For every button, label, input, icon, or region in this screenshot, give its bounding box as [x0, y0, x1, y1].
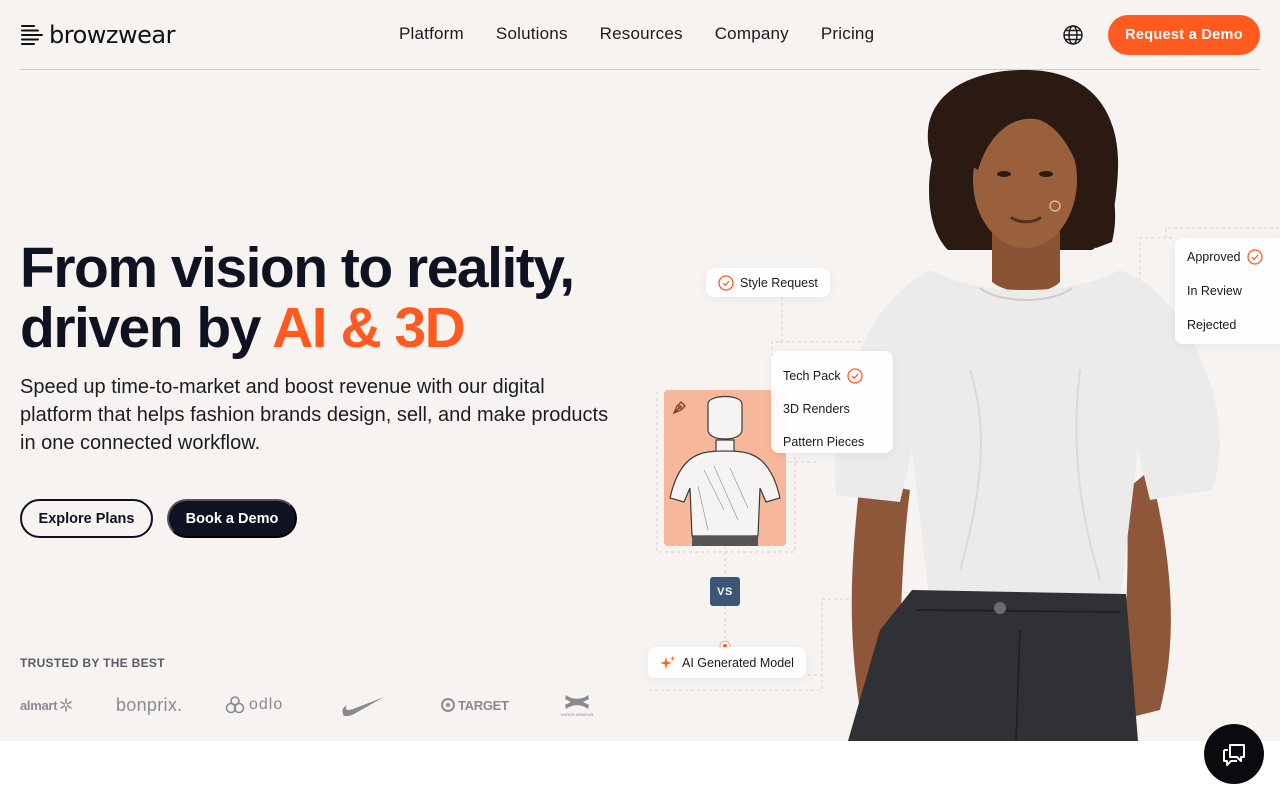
headline-line1: From vision to reality,	[20, 236, 575, 300]
tech-pack-label: Tech Pack	[783, 368, 841, 383]
brand-walmart-text: almart	[20, 697, 58, 713]
hero-section: browzwear Platform Solutions Resources C…	[0, 0, 1280, 741]
pen-tool-icon	[672, 401, 686, 415]
trusted-label: TRUSTED BY THE BEST	[20, 656, 165, 670]
chat-icon	[1223, 744, 1245, 766]
status-approved: Approved	[1187, 240, 1273, 274]
nav-resources[interactable]: Resources	[600, 24, 683, 44]
chat-launcher-button[interactable]	[1204, 724, 1264, 784]
tech-pack-row: Tech Pack	[783, 359, 881, 392]
brand-nike	[340, 690, 386, 720]
brand-ua-text: UNDER ARMOUR	[560, 712, 594, 717]
brand-odlo: odlo	[225, 690, 283, 720]
brand-logos: almart bonprix. odlo TARGET UNDER ARMOUR	[0, 690, 620, 720]
ai-model-label: AI Generated Model	[682, 655, 794, 670]
nav-company[interactable]: Company	[715, 24, 789, 44]
target-bullseye-icon	[441, 698, 455, 712]
status-in-review: In Review	[1187, 274, 1273, 308]
style-request-card: Style Request	[706, 268, 830, 297]
check-circle-icon	[847, 367, 863, 384]
under-armour-icon	[565, 695, 589, 709]
request-demo-button[interactable]: Request a Demo	[1108, 15, 1260, 55]
explore-plans-button[interactable]: Explore Plans	[20, 499, 153, 538]
logo-mark-icon	[21, 25, 43, 45]
vs-badge: VS	[710, 577, 740, 606]
brand-target: TARGET	[441, 690, 509, 720]
style-request-label: Style Request	[740, 275, 818, 290]
brand-target-text: TARGET	[458, 697, 509, 713]
renders-row: 3D Renders	[783, 392, 881, 425]
nav-pricing[interactable]: Pricing	[821, 24, 874, 44]
headline-accent: AI & 3D	[272, 296, 466, 360]
odlo-mark-icon	[225, 696, 245, 714]
nav-platform[interactable]: Platform	[399, 24, 464, 44]
headline-line2-prefix: driven by	[20, 296, 273, 360]
status-approved-label: Approved	[1187, 250, 1241, 264]
browzwear-logo[interactable]: browzwear	[20, 22, 175, 48]
hero-subtext: Speed up time-to-market and boost revenu…	[20, 376, 609, 454]
status-rejected-label: Rejected	[1187, 318, 1237, 332]
pattern-label: Pattern Pieces	[783, 434, 865, 449]
nav-solutions[interactable]: Solutions	[496, 24, 568, 44]
logo-text: browzwear	[49, 21, 175, 49]
brand-odlo-text: odlo	[249, 696, 284, 713]
tech-pack-card: Tech Pack 3D Renders Pattern Pieces	[771, 351, 893, 453]
book-demo-button[interactable]: Book a Demo	[167, 499, 297, 538]
pattern-row: Pattern Pieces	[783, 425, 881, 458]
status-rejected: Rejected	[1187, 308, 1273, 342]
brand-under-armour: UNDER ARMOUR	[560, 690, 594, 720]
header-divider	[20, 69, 1260, 70]
brand-bonprix-text: bonprix.	[116, 694, 183, 715]
status-review-label: In Review	[1187, 284, 1242, 298]
nike-swoosh-icon	[342, 697, 384, 717]
approval-status-card: Approved In Review Rejected	[1175, 238, 1280, 344]
site-header: browzwear Platform Solutions Resources C…	[0, 0, 1280, 70]
hero-headline: From vision to reality, driven by AI & 3…	[20, 236, 575, 360]
check-circle-icon	[1246, 249, 1263, 265]
main-nav: Platform Solutions Resources Company Pri…	[399, 24, 874, 44]
sparkle-icon	[660, 655, 675, 669]
globe-icon[interactable]	[1062, 24, 1084, 46]
renders-label: 3D Renders	[783, 401, 850, 416]
walmart-spark-icon	[60, 698, 73, 712]
check-circle-icon	[718, 274, 734, 291]
brand-walmart: almart	[20, 690, 73, 720]
brand-bonprix: bonprix.	[116, 690, 182, 720]
ai-model-card: AI Generated Model	[648, 647, 806, 678]
